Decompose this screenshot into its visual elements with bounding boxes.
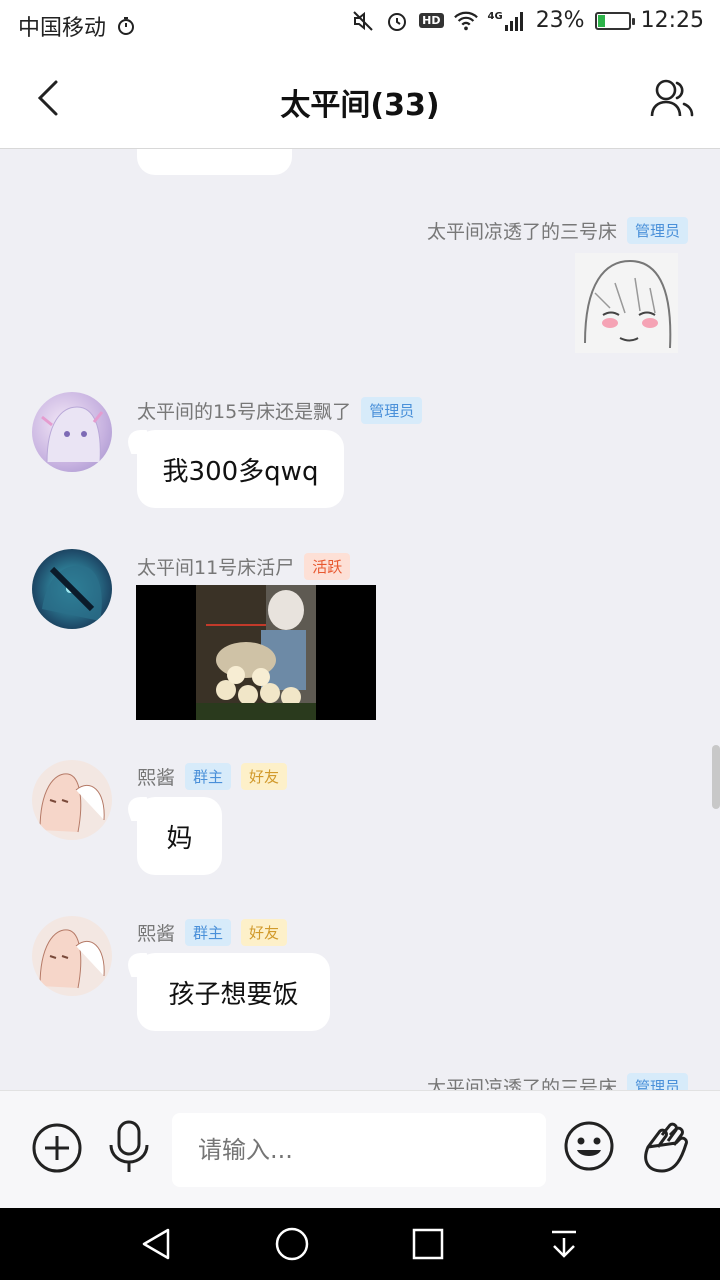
owner-badge: 群主 xyxy=(185,919,232,946)
sender-name: 太平间11号床活尸 xyxy=(137,557,295,579)
wifi-icon xyxy=(453,9,478,33)
avatar[interactable] xyxy=(32,760,112,840)
plus-circle-icon xyxy=(32,1123,82,1173)
avatar[interactable] xyxy=(32,549,112,629)
owner-badge: 群主 xyxy=(185,763,232,790)
mute-icon xyxy=(351,9,375,33)
active-badge: 活跃 xyxy=(304,553,351,580)
message-list[interactable]: 太平间凉透了的三号床 管理员 太平间的15号床还是飘了 管理员 我300多qwq… xyxy=(0,149,720,1090)
system-home-button[interactable] xyxy=(274,1226,310,1262)
friend-badge: 好友 xyxy=(241,763,288,790)
sender-row: 太平间凉透了的三号床 管理员 xyxy=(427,217,688,244)
hand-wave-icon xyxy=(644,1122,688,1173)
sender-name: 太平间凉透了的三号床 xyxy=(426,221,617,243)
admin-badge: 管理员 xyxy=(626,1073,688,1090)
sender-name: 熙酱 xyxy=(137,767,176,789)
cell-signal-icon: 4G xyxy=(488,11,526,31)
message-bubble[interactable]: 孩子想要饭 xyxy=(137,953,330,1031)
admin-badge: 管理员 xyxy=(626,217,688,244)
square-recents-icon xyxy=(412,1228,444,1260)
group-title: 太平间(33) xyxy=(280,88,440,123)
battery-percent: 23% xyxy=(535,8,585,33)
sender-row: 太平间11号床活尸 活跃 xyxy=(137,553,351,580)
circle-home-icon xyxy=(275,1227,309,1261)
scrollbar[interactable] xyxy=(712,745,720,809)
alarm-icon xyxy=(385,9,409,33)
system-back-button[interactable] xyxy=(138,1226,174,1262)
message-text: 孩子想要饭 xyxy=(168,979,299,1010)
sender-row: 熙酱 群主 好友 xyxy=(137,919,288,946)
battery-icon xyxy=(594,11,635,30)
triangle-back-icon xyxy=(142,1228,170,1260)
avatar[interactable] xyxy=(32,392,112,472)
sender-name: 熙酱 xyxy=(137,923,176,945)
sender-name: 太平间凉透了的三号床 xyxy=(426,1077,617,1090)
admin-badge: 管理员 xyxy=(361,397,423,424)
message-input[interactable] xyxy=(172,1113,546,1187)
message-bubble[interactable]: 我300多qwq xyxy=(137,430,344,508)
avatar[interactable] xyxy=(32,916,112,996)
clock: 12:25 xyxy=(640,8,704,33)
friend-badge: 好友 xyxy=(241,919,288,946)
pull-down-icon xyxy=(552,1230,576,1258)
message-bubble[interactable]: 妈 xyxy=(137,797,222,875)
message-bubble-partial[interactable] xyxy=(137,149,292,175)
chat-header: 太平间(33) xyxy=(0,50,720,149)
sticker-image[interactable] xyxy=(575,253,678,353)
more-button[interactable] xyxy=(30,1121,86,1177)
message-text: 妈 xyxy=(166,823,193,854)
carrier-label: 中国移动 xyxy=(18,16,107,41)
sender-row: 熙酱 群主 好友 xyxy=(137,763,288,790)
message-text: 我300多qwq xyxy=(162,456,319,487)
sender-row: 太平间的15号床还是飘了 管理员 xyxy=(137,397,423,424)
sender-row: 太平间凉透了的三号床 管理员 xyxy=(427,1073,688,1090)
emoji-button[interactable] xyxy=(562,1119,618,1175)
hd-icon: HD xyxy=(419,13,444,28)
microphone-icon xyxy=(109,1120,149,1172)
sender-name: 太平间的15号床还是飘了 xyxy=(137,401,352,423)
group-members-button[interactable] xyxy=(650,76,694,120)
voice-button[interactable] xyxy=(102,1119,158,1175)
system-navigation-bar xyxy=(0,1208,720,1280)
timer-icon xyxy=(114,14,138,38)
system-recents-button[interactable] xyxy=(410,1226,446,1262)
poke-button[interactable] xyxy=(638,1117,694,1173)
input-bar xyxy=(0,1090,720,1209)
status-bar: 中国移动 HD 4G 23% 12:25 xyxy=(0,0,720,50)
smiley-icon xyxy=(564,1121,614,1171)
system-notification-button[interactable] xyxy=(546,1226,582,1262)
image-message[interactable] xyxy=(136,585,376,720)
people-icon xyxy=(650,79,694,117)
